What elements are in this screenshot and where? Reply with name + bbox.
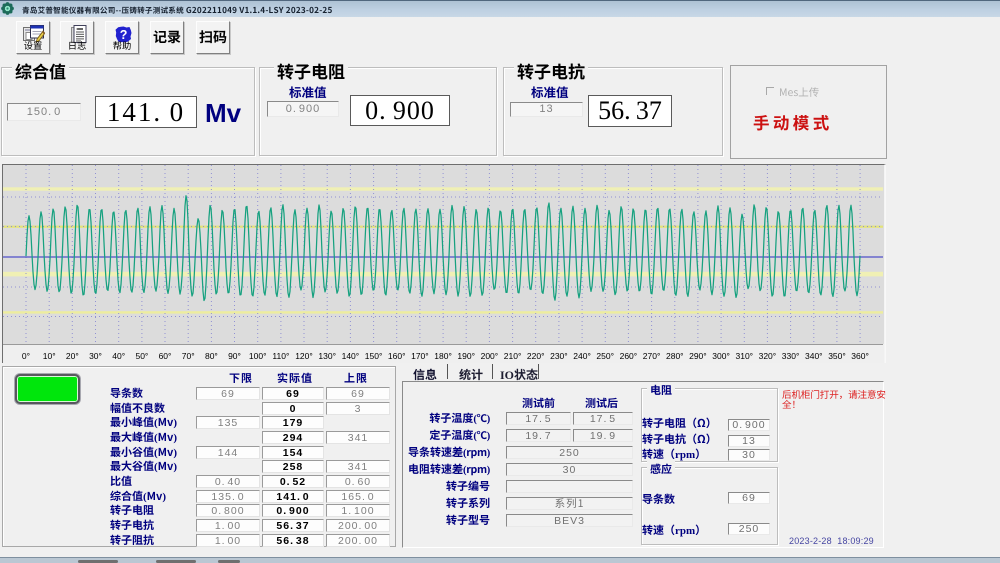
svg-text:350°: 350° (828, 351, 846, 361)
svg-text:260°: 260° (620, 351, 638, 361)
svg-text:110°: 110° (272, 351, 289, 361)
svg-text:130°: 130° (318, 351, 336, 361)
svg-text:180°: 180° (434, 351, 452, 361)
svg-text:340°: 340° (805, 351, 823, 361)
svg-text:80°: 80° (205, 351, 218, 361)
svg-text:40°: 40° (112, 351, 125, 361)
svg-text:320°: 320° (759, 351, 777, 361)
svg-text:60°: 60° (159, 351, 172, 361)
svg-text:230°: 230° (550, 351, 568, 361)
svg-text:300°: 300° (712, 351, 730, 361)
svg-text:330°: 330° (782, 351, 800, 361)
svg-text:160°: 160° (388, 351, 406, 361)
svg-text:190°: 190° (457, 351, 475, 361)
svg-text:20°: 20° (66, 351, 79, 361)
svg-text:150°: 150° (365, 351, 383, 361)
svg-text:0°: 0° (22, 351, 30, 361)
svg-text:90°: 90° (228, 351, 241, 361)
svg-text:310°: 310° (736, 351, 754, 361)
svg-text:10°: 10° (43, 351, 56, 361)
svg-text:100°: 100° (249, 351, 267, 361)
svg-text:50°: 50° (135, 351, 148, 361)
svg-text:140°: 140° (342, 351, 360, 361)
svg-text:70°: 70° (182, 351, 195, 361)
svg-text:220°: 220° (527, 351, 545, 361)
svg-text:200°: 200° (481, 351, 499, 361)
svg-text:250°: 250° (596, 351, 614, 361)
svg-text:280°: 280° (666, 351, 684, 361)
svg-text:30°: 30° (89, 351, 102, 361)
svg-text:170°: 170° (411, 351, 429, 361)
svg-text:120°: 120° (295, 351, 313, 361)
svg-text:240°: 240° (573, 351, 591, 361)
svg-text:270°: 270° (643, 351, 661, 361)
svg-text:290°: 290° (689, 351, 707, 361)
svg-text:360°: 360° (851, 351, 869, 361)
svg-text:210°: 210° (504, 351, 522, 361)
